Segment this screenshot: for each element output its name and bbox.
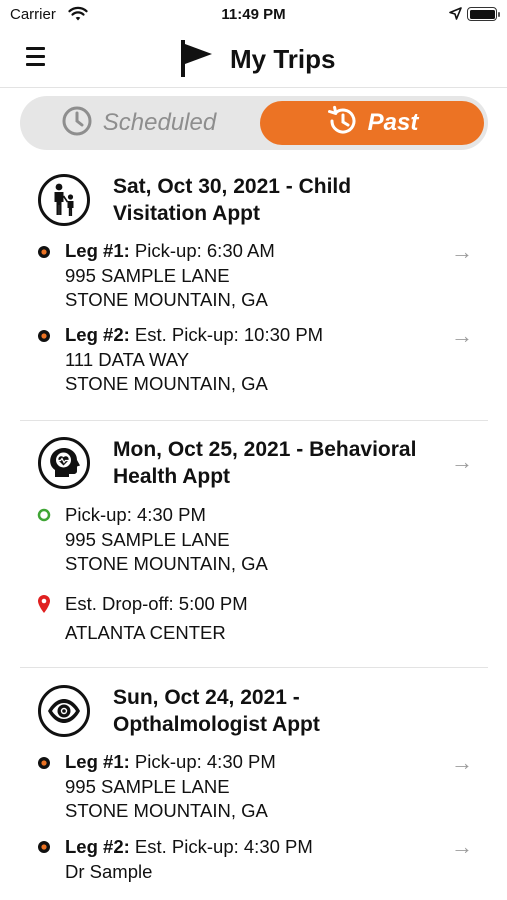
trip-dropoff: Est. Drop-off: 5:00 PM ATLANTA CENTER: [65, 593, 248, 643]
trip-card[interactable]: Sat, Oct 30, 2021 - Child Visitation App…: [20, 164, 488, 419]
hamburger-menu-icon[interactable]: [26, 47, 48, 69]
leg-dot-icon: [37, 840, 51, 859]
tab-past[interactable]: Past: [260, 101, 484, 145]
divider: [20, 667, 488, 668]
status-time: 11:49 PM: [221, 6, 286, 23]
arrow-right-icon[interactable]: →: [451, 836, 473, 858]
trip-filter-segment: Scheduled Past: [20, 96, 488, 150]
history-clock-icon: [326, 105, 358, 142]
clock-icon: [61, 105, 93, 142]
arrow-right-icon[interactable]: →: [451, 325, 473, 347]
trip-pickup: Pick-up: 4:30 PM 995 SAMPLE LANE STONE M…: [65, 504, 268, 574]
trip-card[interactable]: Sun, Oct 24, 2021 - Opthalmologist Appt …: [20, 676, 488, 900]
pickup-circle-icon: [37, 508, 51, 527]
behavioral-health-head-icon: [38, 437, 90, 489]
eye-icon: [38, 685, 90, 737]
trip-title: Mon, Oct 25, 2021 - Behavioral Health Ap…: [113, 438, 417, 488]
location-arrow-icon: [449, 7, 462, 25]
flag-icon: [178, 38, 214, 83]
tab-scheduled[interactable]: Scheduled: [20, 96, 257, 150]
map-pin-icon: [37, 594, 51, 619]
trip-title: Sun, Oct 24, 2021 - Opthalmologist Appt: [113, 686, 320, 736]
page-title: My Trips: [230, 44, 336, 74]
battery-icon: [467, 7, 500, 21]
arrow-right-icon[interactable]: →: [451, 752, 473, 774]
trip-leg: Leg #1: Pick-up: 4:30 PM 995 SAMPLE LANE…: [65, 751, 276, 821]
arrow-right-icon[interactable]: →: [451, 451, 473, 473]
divider: [20, 420, 488, 421]
leg-dot-icon: [37, 245, 51, 264]
leg-dot-icon: [37, 756, 51, 775]
trip-leg: Leg #2: Est. Pick-up: 10:30 PM 111 DATA …: [65, 324, 324, 394]
arrow-right-icon[interactable]: →: [451, 241, 473, 263]
leg-dot-icon: [37, 329, 51, 348]
trip-card[interactable]: Mon, Oct 25, 2021 - Behavioral Health Ap…: [20, 428, 488, 666]
tab-past-label: Past: [367, 109, 419, 136]
trip-title: Sat, Oct 30, 2021 - Child Visitation App…: [113, 175, 352, 225]
status-bar: Carrier 11:49 PM: [0, 0, 507, 30]
trip-leg: Leg #2: Est. Pick-up: 4:30 PM Dr Sample: [65, 836, 313, 882]
trip-leg: Leg #1: Pick-up: 6:30 AM 995 SAMPLE LANE…: [65, 240, 275, 310]
parent-child-icon: [38, 174, 90, 226]
tab-scheduled-label: Scheduled: [102, 109, 217, 136]
nav-bar: My Trips: [0, 30, 507, 88]
